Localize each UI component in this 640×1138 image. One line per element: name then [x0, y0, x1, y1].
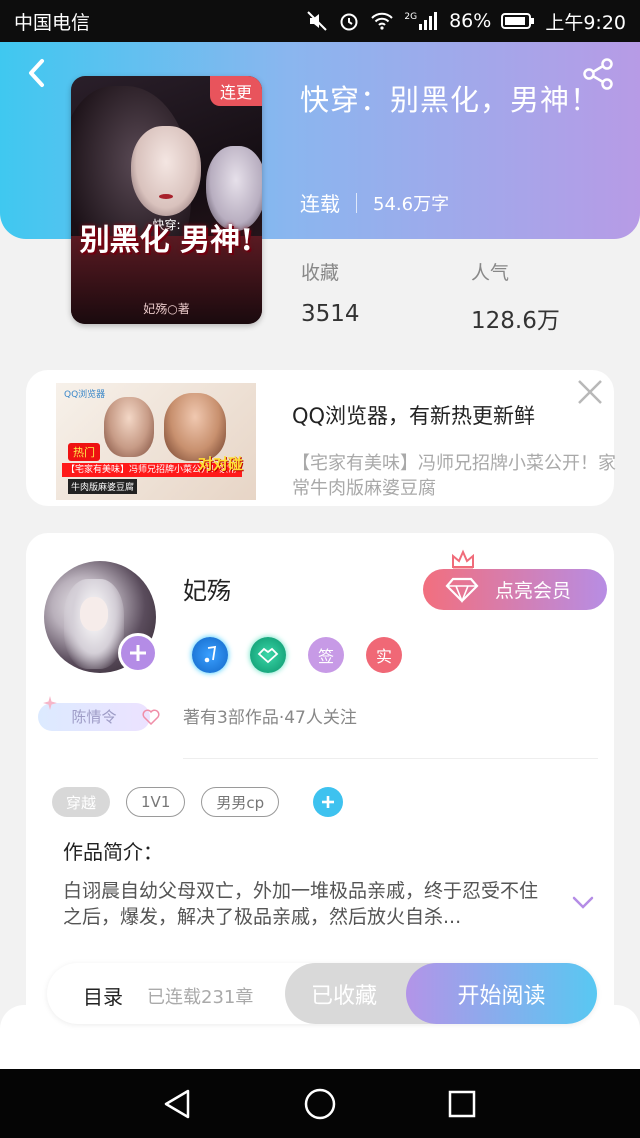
cover-author: 妃殇○著	[143, 302, 190, 316]
ad-thumbnail: QQ浏览器 热门 【宅家有美味】冯师兄招牌小菜公开！家常 牛肉版麻婆豆腐 对对碰	[56, 383, 256, 500]
clock: 上午9:20	[545, 11, 626, 34]
author-badges: 签 实	[192, 637, 402, 673]
cover-title: 别黑化 男神!	[79, 223, 254, 258]
stat-label: 人气	[471, 262, 510, 284]
meta-divider	[356, 192, 357, 213]
battery-percent: 86%	[449, 10, 492, 32]
vip-label: 点亮会员	[495, 580, 572, 602]
collected-label: 已收藏	[311, 983, 378, 1009]
signal-icon: 2G	[404, 12, 439, 30]
book-meta: 连载 54.6万字	[300, 188, 449, 217]
vip-button[interactable]: 点亮会员	[423, 569, 607, 610]
sparkle-icon	[43, 696, 57, 710]
square-recent-icon	[448, 1090, 476, 1118]
ad-thumb-caption-2: 牛肉版麻婆豆腐	[68, 479, 138, 494]
triangle-back-icon	[164, 1089, 190, 1119]
music-badge-icon[interactable]	[192, 637, 228, 673]
alarm-icon	[338, 10, 360, 32]
nav-back-button[interactable]	[160, 1087, 196, 1121]
stat-value: 128.6万	[471, 308, 560, 334]
plus-icon	[130, 645, 146, 661]
back-button[interactable]	[22, 56, 52, 90]
author-name[interactable]: 妃殇	[183, 571, 231, 606]
status-icons: 2G 86% 上午9:20	[306, 8, 626, 35]
ad-close-button[interactable]	[576, 378, 604, 406]
circle-home-icon	[304, 1088, 336, 1120]
stat-favorites: 收藏 3514	[301, 258, 360, 327]
ad-description: 【宅家有美味】冯师兄招牌小菜公开！家常牛肉版麻婆豆腐	[292, 453, 616, 499]
book-cover[interactable]: 快穿: 别黑化 男神! 妃殇○著 连更	[71, 76, 262, 324]
hot-tag: 热门	[68, 443, 100, 461]
status-bar: 中国电信 2G 86% 上午9:20	[0, 0, 640, 42]
chevron-left-icon	[29, 59, 44, 87]
start-reading-label: 开始阅读	[457, 983, 546, 1009]
wifi-icon	[370, 11, 394, 31]
ad-thumb-headline: 对对碰	[198, 455, 244, 473]
tag-chip[interactable]: 男男cp	[201, 787, 280, 817]
ad-banner[interactable]: QQ浏览器 热门 【宅家有美味】冯师兄招牌小菜公开！家常 牛肉版麻婆豆腐 对对碰…	[26, 370, 616, 506]
tag-chip[interactable]: 穿越	[52, 787, 111, 817]
action-bar: 目录 已连载231章 已收藏 开始阅读	[47, 963, 597, 1024]
stat-popularity: 人气 128.6万	[471, 258, 560, 335]
system-nav-bar	[0, 1069, 640, 1138]
nav-recent-button[interactable]	[446, 1088, 478, 1120]
toc-button[interactable]: 目录	[83, 981, 123, 1010]
diamond-icon	[445, 577, 479, 604]
heart-icon	[142, 709, 160, 725]
battery-icon	[501, 12, 535, 30]
signed-badge[interactable]: 签	[308, 637, 344, 673]
handshake-badge-icon[interactable]	[250, 637, 286, 673]
stat-label: 收藏	[301, 262, 340, 284]
intro-text: 白诩晨自幼父母双亡，外加一堆极品亲戚，终于忍受不住之后，爆发，解决了极品亲戚，然…	[63, 880, 539, 928]
plus-icon	[322, 796, 335, 808]
mute-icon	[306, 10, 328, 32]
follow-button[interactable]	[118, 633, 158, 673]
verified-badge[interactable]: 实	[366, 637, 402, 673]
stat-value: 3514	[301, 301, 360, 327]
nav-home-button[interactable]	[302, 1086, 338, 1122]
ad-thumb-logo: QQ浏览器	[64, 390, 106, 400]
chapter-count: 已连载231章	[147, 987, 254, 1008]
tag-chip[interactable]: 1V1	[126, 787, 186, 817]
close-icon	[578, 380, 602, 404]
word-count: 54.6万字	[373, 193, 450, 215]
update-badge: 连更	[210, 76, 262, 106]
carrier-label: 中国电信	[14, 11, 91, 34]
crown-icon	[452, 549, 474, 571]
add-tag-button[interactable]	[313, 787, 344, 817]
tag-list: 穿越 1V1 男男cp	[52, 787, 344, 817]
serial-status: 连载	[300, 192, 340, 216]
book-title: 快穿：别黑化，男神！	[300, 83, 601, 117]
author-stats: 著有3部作品·47人关注	[183, 708, 357, 728]
chevron-down-icon	[572, 896, 594, 909]
fan-tag: 陈情令	[38, 695, 160, 735]
expand-intro-button[interactable]	[572, 895, 594, 911]
ad-title: QQ浏览器，有新热更新鲜	[292, 404, 536, 428]
divider	[183, 758, 598, 759]
start-reading-button[interactable]: 开始阅读	[406, 963, 597, 1024]
intro-heading: 作品简介：	[63, 840, 163, 864]
